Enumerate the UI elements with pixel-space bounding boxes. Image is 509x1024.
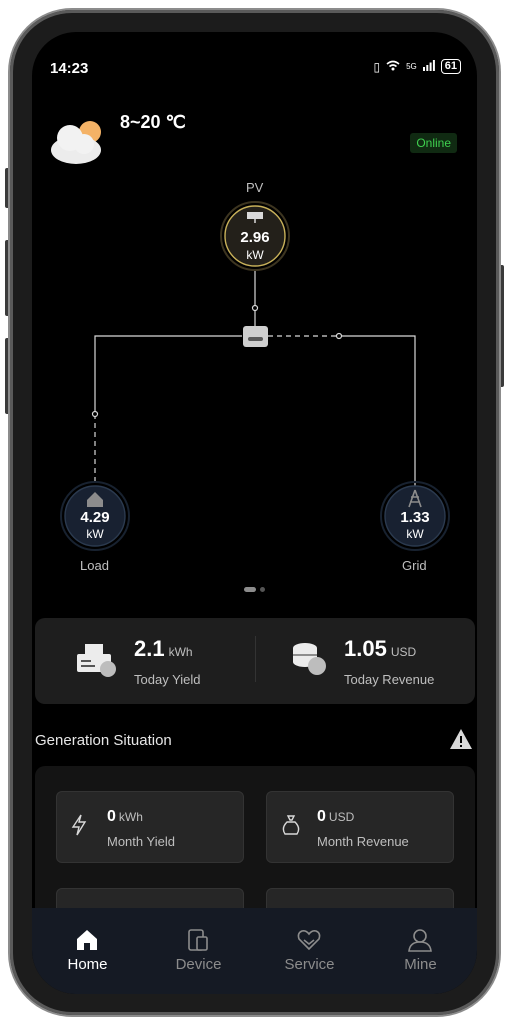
yield-printer-icon	[77, 644, 117, 683]
home-icon	[74, 928, 100, 957]
flow-lines	[91, 269, 416, 490]
user-icon	[407, 928, 433, 957]
temperature: 8~20 ℃	[120, 112, 186, 132]
vibrate-icon: ▯	[373, 59, 381, 74]
load-value: 4.29	[80, 509, 109, 526]
tab-service-label: Service	[284, 956, 335, 973]
tab-service[interactable]: Service	[254, 908, 365, 994]
tab-home[interactable]: Home	[32, 908, 143, 994]
network-type: 5G	[406, 62, 417, 71]
today-yield-label: Today Yield	[134, 672, 201, 687]
month-revenue-unit: USD	[328, 810, 355, 824]
page-dot-active[interactable]	[244, 587, 256, 592]
month-revenue-card[interactable]: 0 USD Month Revenue	[266, 791, 454, 863]
tab-device-label: Device	[175, 956, 222, 973]
tab-mine-label: Mine	[404, 956, 437, 973]
month-yield-unit: kWh	[118, 810, 143, 824]
month-yield-label: Month Yield	[107, 834, 175, 849]
today-yield-unit: kWh	[168, 645, 193, 659]
month-yield-value: 0	[107, 808, 116, 825]
today-summary-card: 2.1 kWh Today Yield 1.05 USD Today Revenue	[35, 618, 475, 704]
cloudy-sun-icon	[48, 116, 106, 166]
signal-icon	[422, 59, 435, 74]
side-button-power	[499, 265, 504, 387]
revenue-coins-icon	[291, 640, 327, 683]
today-revenue-value: 1.05	[344, 636, 387, 661]
tab-device[interactable]: Device	[143, 908, 254, 994]
page-indicator[interactable]	[244, 587, 265, 592]
status-icons: ▯ 5G 61	[373, 59, 461, 74]
today-yield-value-group: 2.1 kWh	[134, 636, 193, 662]
app-screen: 14:23 ▯ 5G 61 8~20 ℃ Online 2.96 kW 4.29…	[32, 32, 477, 994]
tab-home-label: Home	[67, 956, 108, 973]
inverter-icon	[243, 326, 268, 347]
pv-value: 2.96	[240, 229, 269, 246]
today-revenue-label: Today Revenue	[344, 672, 435, 687]
lightning-icon	[71, 814, 87, 841]
page-dot[interactable]	[260, 587, 265, 592]
month-revenue-value: 0	[317, 808, 326, 825]
month-yield-card[interactable]: 0 kWh Month Yield	[56, 791, 244, 863]
load-unit: kW	[86, 527, 104, 541]
bottom-tab-bar: Home Device Service Mine	[32, 908, 477, 994]
month-yield-value-group: 0 kWh	[107, 808, 143, 826]
device-icon	[185, 928, 211, 957]
generation-section-title: Generation Situation	[35, 732, 172, 749]
month-revenue-value-group: 0 USD	[317, 808, 354, 826]
wifi-icon	[386, 60, 400, 74]
online-badge: Online	[410, 133, 457, 153]
service-icon	[296, 928, 322, 957]
money-bag-icon	[281, 814, 301, 841]
grid-unit: kW	[406, 527, 424, 541]
battery-level: 61	[440, 59, 461, 74]
pv-label: PV	[246, 180, 264, 195]
today-revenue-value-group: 1.05 USD	[344, 636, 416, 662]
energy-flow-diagram: 2.96 kW 4.29 kW 1.33 kW	[60, 201, 450, 551]
status-time: 14:23	[50, 60, 89, 77]
today-yield-value: 2.1	[134, 636, 165, 661]
pv-unit: kW	[246, 248, 264, 262]
month-revenue-label: Month Revenue	[317, 834, 409, 849]
grid-label: Grid	[402, 558, 427, 573]
load-label: Load	[80, 558, 109, 573]
today-revenue-unit: USD	[390, 645, 417, 659]
warning-icon[interactable]	[449, 728, 473, 755]
summary-divider	[255, 636, 256, 682]
tab-mine[interactable]: Mine	[365, 908, 476, 994]
grid-value: 1.33	[400, 509, 429, 526]
